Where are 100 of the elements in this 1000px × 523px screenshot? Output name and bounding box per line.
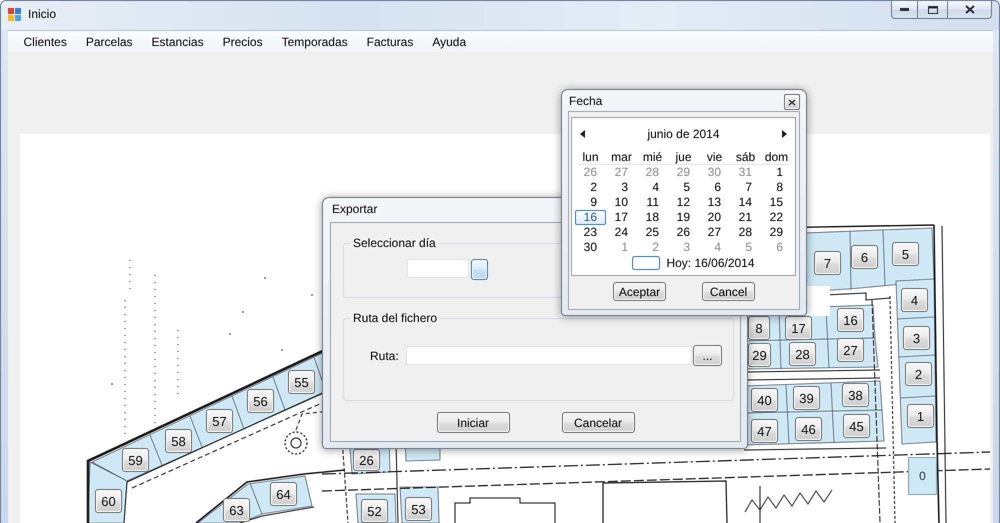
close-button[interactable] <box>948 1 992 19</box>
parcel-button[interactable]: 28 <box>789 342 816 366</box>
calendar-day[interactable]: 5 <box>668 180 699 195</box>
calendar-day[interactable]: 4 <box>637 180 668 195</box>
calendar-day[interactable]: 6 <box>699 180 730 195</box>
date-picker-button[interactable] <box>471 259 488 280</box>
parcel-button[interactable]: 39 <box>793 386 820 410</box>
parcel-button[interactable]: 4 <box>901 288 928 312</box>
parcel-button[interactable]: 60 <box>95 489 122 513</box>
parcel-button[interactable]: 56 <box>247 389 274 413</box>
parcel-button[interactable]: 3 <box>903 326 930 350</box>
parcel-label: 0 <box>908 457 937 495</box>
minimize-button[interactable] <box>891 1 918 19</box>
parcel-button[interactable]: 63 <box>223 498 250 522</box>
parcel-button[interactable]: 7 <box>814 251 841 275</box>
dialog-title: Exportar <box>331 201 378 218</box>
minimize-icon <box>900 8 909 11</box>
parcel-button[interactable]: 55 <box>288 370 315 394</box>
parcel-button[interactable]: 16 <box>837 308 864 332</box>
browse-button[interactable]: ... <box>693 345 722 366</box>
menu-item[interactable]: Clientes <box>14 34 76 50</box>
parcel-button[interactable]: 40 <box>751 388 778 412</box>
calendar-day[interactable]: 3 <box>606 180 637 195</box>
parcel-button[interactable]: 17 <box>785 316 812 340</box>
date-field[interactable] <box>407 259 469 278</box>
parcel-button[interactable]: 46 <box>795 417 822 441</box>
calendar-day[interactable]: 21 <box>730 210 761 225</box>
window-title: Inicio <box>28 6 56 23</box>
close-button[interactable] <box>784 94 800 110</box>
app-icon <box>8 8 21 21</box>
calendar-day[interactable]: 30 <box>575 240 606 255</box>
weekday-label: sáb <box>736 150 756 164</box>
weekday-label: lun <box>582 150 598 164</box>
parcel-button[interactable]: 38 <box>842 383 869 407</box>
parcel-button[interactable]: 1 <box>907 404 934 428</box>
maximize-button[interactable] <box>918 1 948 19</box>
calendar-day[interactable]: 26 <box>668 225 699 240</box>
calendar-day[interactable]: 14 <box>730 195 761 210</box>
month-title: junio de 2014 <box>647 126 720 142</box>
calendar-day[interactable]: 9 <box>575 195 606 210</box>
weekday-label: jue <box>675 150 692 164</box>
path-field[interactable] <box>406 346 692 365</box>
parcel-button[interactable]: 2 <box>905 362 932 386</box>
dialog-button[interactable]: Cancelar <box>562 412 634 433</box>
calendar-day[interactable]: 10 <box>606 195 637 210</box>
calendar-day[interactable]: 1 <box>761 165 792 180</box>
menu-item[interactable]: Facturas <box>357 34 423 50</box>
weekday-label: mar <box>611 150 632 164</box>
calendar-day[interactable]: 29 <box>761 225 792 240</box>
parcel-button[interactable]: 6 <box>851 245 878 269</box>
calendar-day[interactable]: 13 <box>699 195 730 210</box>
parcel-button[interactable]: 52 <box>361 499 388 523</box>
menu-item[interactable]: Parcelas <box>76 34 142 50</box>
calendar-day[interactable]: 7 <box>730 180 761 195</box>
parcel-button[interactable]: 58 <box>165 429 192 453</box>
parcel-button[interactable]: 5 <box>892 242 919 266</box>
parcel-button[interactable]: 47 <box>751 419 778 443</box>
menu-item[interactable]: Ayuda <box>422 34 476 50</box>
weekday-label: vie <box>706 150 722 164</box>
parcel-button[interactable]: 57 <box>206 409 233 433</box>
parcel-button[interactable]: 29 <box>748 343 771 367</box>
today-label[interactable]: Hoy: 16/06/2014 <box>666 256 755 270</box>
parcel-button[interactable]: 27 <box>837 338 864 362</box>
menu-item[interactable]: Estancias <box>142 34 214 50</box>
calendar-day[interactable]: 22 <box>761 210 792 225</box>
calendar-day[interactable]: 24 <box>606 225 637 240</box>
group-title: Seleccionar día <box>352 236 437 250</box>
path-label: Ruta: <box>370 348 399 362</box>
calendar-day[interactable]: 18 <box>637 210 668 225</box>
parcel-button[interactable]: 26 <box>353 449 380 471</box>
parcel-button[interactable]: 45 <box>843 414 870 438</box>
calendar-day[interactable]: 2 <box>575 180 606 195</box>
parcel-button[interactable]: 53 <box>405 497 432 521</box>
menu-item[interactable]: Precios <box>213 34 272 50</box>
parcel-button[interactable]: 8 <box>748 316 770 340</box>
calendar-day[interactable]: 25 <box>637 225 668 240</box>
menu-item[interactable]: Temporadas <box>272 34 358 50</box>
dialog-button[interactable]: Iniciar <box>436 412 510 433</box>
dialog-button[interactable]: Aceptar <box>613 282 666 301</box>
parcel-button[interactable]: 59 <box>122 448 149 472</box>
calendar-day[interactable]: 28 <box>730 225 761 240</box>
calendar-day[interactable]: 15 <box>761 195 792 210</box>
parcel-button[interactable]: 64 <box>270 482 297 506</box>
close-icon <box>964 5 974 14</box>
calendar-day[interactable]: 16 <box>575 210 606 225</box>
calendar-day[interactable]: 23 <box>575 225 606 240</box>
dialog-button[interactable]: Cancel <box>702 282 755 301</box>
calendar-day[interactable]: 17 <box>606 210 637 225</box>
calendar-day[interactable]: 11 <box>637 195 668 210</box>
calendar-day[interactable]: 8 <box>761 180 792 195</box>
calendar-day[interactable]: 27 <box>699 225 730 240</box>
group-title: Ruta del fichero <box>352 311 438 325</box>
right-arrow-icon[interactable] <box>782 130 787 138</box>
left-arrow-icon[interactable] <box>580 130 585 138</box>
calendar-day[interactable]: 12 <box>668 195 699 210</box>
calendar-day[interactable]: 20 <box>699 210 730 225</box>
calendar-day[interactable]: 19 <box>668 210 699 225</box>
maximize-icon <box>928 6 938 14</box>
weekday-label: dom <box>764 150 788 164</box>
weekday-label: mié <box>642 150 662 164</box>
